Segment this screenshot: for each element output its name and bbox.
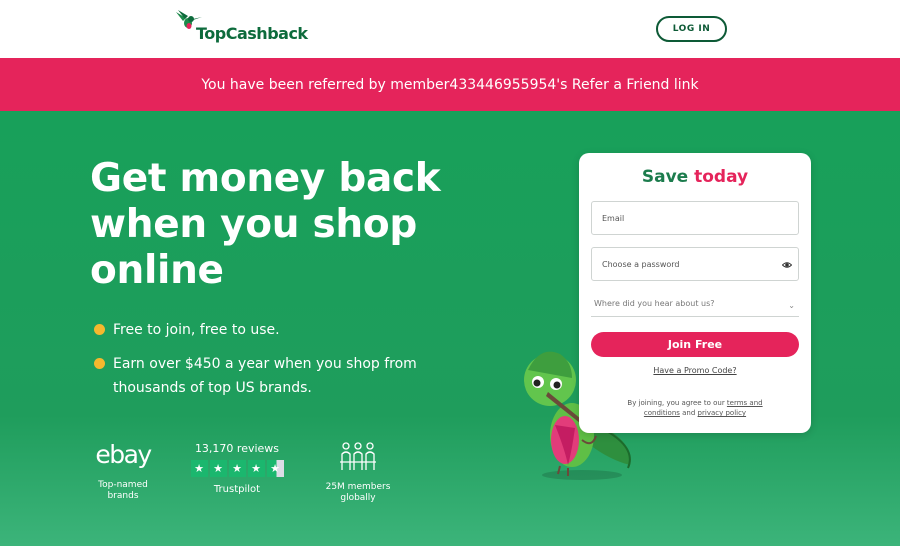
top-navbar: TopCashback LOG IN — [0, 0, 900, 58]
signup-title-part2: today — [694, 167, 749, 187]
members-caption: 25M members globally — [325, 482, 391, 503]
topcashback-logo[interactable]: TopCashback — [174, 8, 308, 44]
chevron-down-icon: ⌄ — [788, 301, 795, 310]
signup-title: Save today — [579, 167, 811, 187]
star-icon: ★ — [266, 460, 284, 477]
referral-source-select[interactable]: Where did you hear about us? ⌄ — [591, 299, 799, 317]
ebay-logo: ebay — [95, 440, 152, 469]
review-count: 13,170 reviews — [194, 442, 280, 455]
trust-trustpilot: 13,170 reviews ★ ★ ★ ★ ★ Trustpilot — [188, 442, 286, 495]
password-placeholder: Choose a password — [602, 259, 680, 269]
star-icon: ★ — [228, 460, 246, 477]
benefit-text: Free to join, free to use. — [113, 322, 280, 338]
terms-and: and — [679, 409, 698, 417]
hero-headline: Get money back when you shop online — [90, 156, 441, 293]
join-free-button[interactable]: Join Free — [591, 332, 799, 357]
benefit-list: Free to join, free to use. Earn over $45… — [94, 318, 434, 410]
ebay-caption: Top-named brands — [98, 480, 148, 501]
email-field[interactable]: Email — [591, 201, 799, 235]
email-placeholder: Email — [602, 213, 625, 223]
benefit-text: Earn over $450 a year when you shop from… — [113, 356, 417, 396]
star-icon: ★ — [209, 460, 227, 477]
terms-prefix: By joining, you agree to our — [627, 399, 727, 407]
bullet-dot-icon — [94, 324, 105, 335]
star-rating: ★ ★ ★ ★ ★ — [188, 460, 286, 477]
login-button[interactable]: LOG IN — [656, 16, 727, 42]
benefit-item: Free to join, free to use. — [94, 318, 434, 342]
bullet-dot-icon — [94, 358, 105, 369]
referral-source-placeholder: Where did you hear about us? — [594, 299, 715, 308]
eye-icon[interactable] — [782, 260, 792, 270]
signup-title-part1: Save — [641, 167, 695, 187]
signup-card: Save today Email Choose a password Where… — [579, 153, 811, 433]
privacy-link[interactable]: privacy policy — [698, 409, 747, 417]
benefit-item: Earn over $450 a year when you shop from… — [94, 352, 434, 400]
trust-ebay: ebay Top-named brands — [88, 438, 158, 502]
terms-text: By joining, you agree to our terms and c… — [609, 398, 781, 418]
people-icon — [323, 440, 393, 474]
logo-text: TopCashback — [196, 24, 308, 43]
star-icon: ★ — [247, 460, 265, 477]
promo-code-link[interactable]: Have a Promo Code? — [579, 366, 811, 375]
trust-members: 25M members globally — [323, 440, 393, 504]
star-icon: ★ — [190, 460, 208, 477]
referral-text: You have been referred by member43344695… — [201, 76, 699, 93]
trustpilot-label: Trustpilot — [213, 484, 261, 495]
password-field[interactable]: Choose a password — [591, 247, 799, 281]
referral-banner: You have been referred by member43344695… — [0, 58, 900, 111]
